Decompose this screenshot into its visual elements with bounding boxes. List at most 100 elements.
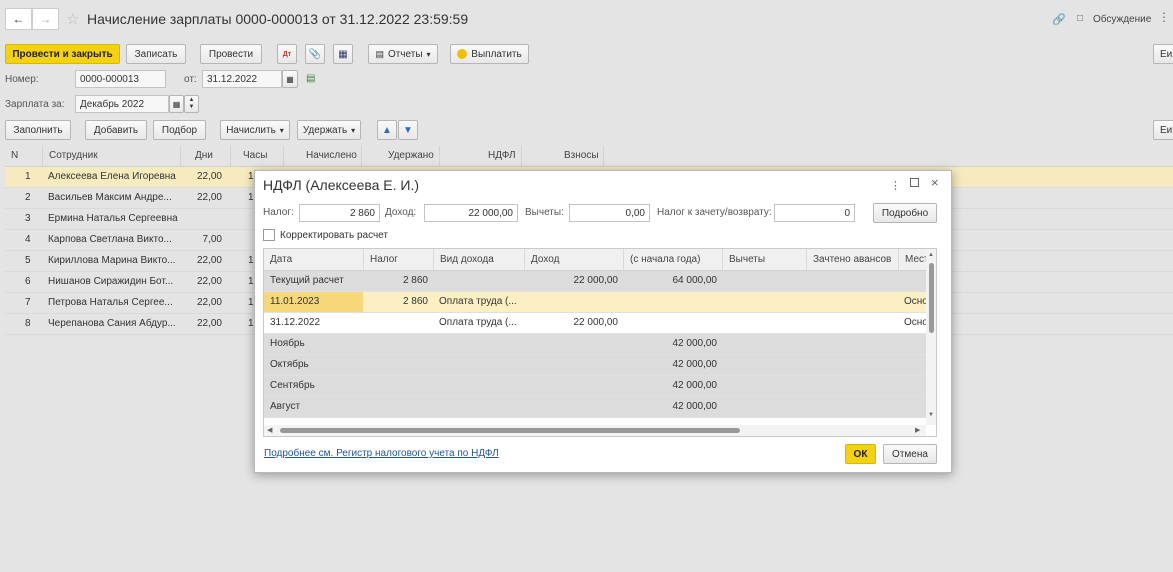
vertical-scroll-thumb[interactable] — [929, 263, 934, 333]
discussion-link[interactable]: Обсуждение — [1093, 14, 1151, 25]
number-label: Номер: — [5, 74, 39, 85]
discussion-icon[interactable]: □ — [1077, 13, 1083, 24]
row-number: 4 — [25, 234, 31, 245]
period-calendar-button[interactable]: ▦ — [169, 95, 184, 113]
row-employee: Нишанов Сиражидин Бот... — [48, 276, 174, 287]
scroll-down-icon[interactable]: ▼ — [928, 412, 934, 418]
arrow-right-icon: → — [39, 12, 52, 26]
col-days[interactable]: Дни — [180, 146, 230, 167]
attach-button[interactable]: 📎 — [305, 44, 325, 64]
horizontal-scrollbar[interactable]: ◀ ▶ — [264, 425, 926, 436]
row-number: 5 — [25, 255, 31, 266]
dt-kt-button[interactable]: Дт — [277, 44, 297, 64]
period-label: Зарплата за: — [5, 99, 65, 110]
table-row[interactable]: Текущий расчет 2 860 22 000,00 64 000,00 — [264, 271, 926, 292]
income-field[interactable]: 22 000,00 — [424, 204, 518, 222]
dialog-menu-icon[interactable]: ⋮ — [890, 179, 901, 192]
period-stepper[interactable]: ▲ ▼ — [184, 95, 199, 113]
cancel-button[interactable]: Отмена — [883, 444, 937, 464]
col-date[interactable]: Дата — [264, 249, 363, 271]
cell-kind: Оплата труда (... — [439, 296, 517, 307]
tax-label: Налог: — [263, 207, 294, 218]
cell-income — [524, 292, 618, 313]
row-days: 22,00 — [196, 297, 222, 308]
col-employee[interactable]: Сотрудник — [42, 146, 180, 167]
col-ytd[interactable]: (с начала года) — [623, 249, 722, 271]
more-actions-button[interactable]: Еи — [1153, 44, 1173, 64]
dt-kt-icon: Дт — [282, 50, 292, 58]
offset-field[interactable]: 0 — [774, 204, 855, 222]
col-n[interactable]: N — [5, 146, 42, 167]
scroll-left-icon[interactable]: ◀ — [267, 426, 272, 434]
ok-button[interactable]: ОК — [845, 444, 876, 464]
move-down-button[interactable]: ▼ — [398, 120, 418, 140]
table-row[interactable]: Сентябрь 42 000,00 — [264, 376, 926, 397]
calendar-button[interactable]: ▦ — [282, 70, 298, 88]
deductions-label: Вычеты: — [525, 207, 564, 218]
details-button[interactable]: Подробно — [873, 203, 937, 223]
col-income[interactable]: Доход — [524, 249, 623, 271]
tax-field[interactable]: 2 860 — [299, 204, 380, 222]
col-income-kind[interactable]: Вид дохода — [433, 249, 524, 271]
reports-label: Отчеты — [387, 48, 423, 60]
add-button[interactable]: Добавить — [85, 120, 147, 140]
table-row[interactable]: 11.01.2023 2 860 Оплата труда (... Осно — [264, 292, 926, 313]
period-field[interactable]: Декабрь 2022 — [75, 95, 169, 113]
star-icon[interactable]: ☆ — [66, 10, 79, 28]
col-contributions[interactable]: Взносы — [521, 146, 603, 167]
cell-place — [904, 271, 926, 292]
table-row[interactable]: Август 42 000,00 — [264, 397, 926, 418]
doc-status-icon[interactable]: ▤ — [306, 73, 315, 84]
coin-icon — [457, 49, 468, 59]
structure-button[interactable]: ▦ — [333, 44, 353, 64]
row-employee: Черепанова Сания Абдур... — [48, 318, 176, 329]
cell-income: 22 000,00 — [573, 317, 619, 328]
back-button[interactable]: ← — [5, 8, 32, 30]
paperclip-icon: 📎 — [308, 48, 322, 60]
cell-date: Октябрь — [270, 359, 309, 370]
move-up-button[interactable]: ▲ — [377, 120, 397, 140]
fill-button[interactable]: Заполнить — [5, 120, 71, 140]
vertical-scrollbar[interactable]: ▲ ▼ — [926, 249, 936, 425]
forward-button[interactable]: → — [32, 8, 59, 30]
number-field[interactable]: 0000-000013 — [75, 70, 166, 88]
adjust-checkbox[interactable] — [263, 229, 275, 241]
withhold-button[interactable]: Удержать ▾ — [297, 120, 361, 140]
employees-table-header: N Сотрудник Дни Часы Начислено Удержано … — [5, 146, 1173, 167]
scroll-right-icon[interactable]: ▶ — [915, 426, 920, 434]
post-and-close-button[interactable]: Провести и закрыть — [5, 44, 120, 64]
col-withheld[interactable]: Удержано — [361, 146, 439, 167]
deductions-field[interactable]: 0,00 — [569, 204, 650, 222]
post-button[interactable]: Провести — [200, 44, 262, 64]
cell-tax: 2 860 — [402, 275, 428, 286]
pay-button[interactable]: Выплатить — [450, 44, 529, 64]
row-employee: Петрова Наталья Сергее... — [48, 297, 173, 308]
col-deductions[interactable]: Вычеты — [722, 249, 806, 271]
chevron-up-icon: ▲ — [188, 97, 195, 103]
date-field[interactable]: 31.12.2022 — [202, 70, 282, 88]
table-row[interactable]: Октябрь 42 000,00 — [264, 355, 926, 376]
register-link[interactable]: Подробнее см. Регистр налогового учета п… — [264, 448, 499, 459]
close-icon[interactable]: × — [931, 175, 939, 190]
table-row[interactable]: Ноябрь 42 000,00 — [264, 334, 926, 355]
col-advances[interactable]: Зачтено авансов — [806, 249, 898, 271]
more-icon[interactable]: ⋮ — [1158, 10, 1170, 24]
maximize-icon[interactable] — [910, 178, 919, 187]
col-ndfl[interactable]: НДФЛ — [439, 146, 521, 167]
report-icon: ▤ — [375, 48, 384, 59]
reports-button[interactable]: ▤ Отчеты ▾ — [368, 44, 438, 64]
horizontal-scroll-thumb[interactable] — [280, 428, 740, 433]
cell-date: Текущий расчет — [270, 275, 344, 286]
select-button[interactable]: Подбор — [153, 120, 206, 140]
col-tax[interactable]: Налог — [363, 249, 433, 271]
accrue-button[interactable]: Начислить ▾ — [220, 120, 290, 140]
link-icon[interactable]: 🔗 — [1052, 13, 1066, 26]
table-row[interactable]: 31.12.2022 Оплата труда (... 22 000,00 О… — [264, 313, 926, 334]
dropdown-arrow-icon: ▾ — [426, 49, 431, 59]
scroll-up-icon[interactable]: ▲ — [928, 252, 934, 258]
col-hours[interactable]: Часы — [230, 146, 283, 167]
table-more-button[interactable]: Еи — [1153, 120, 1173, 140]
save-button[interactable]: Записать — [126, 44, 186, 64]
col-accrued[interactable]: Начислено — [283, 146, 361, 167]
cell-income: 22 000,00 — [573, 275, 619, 286]
